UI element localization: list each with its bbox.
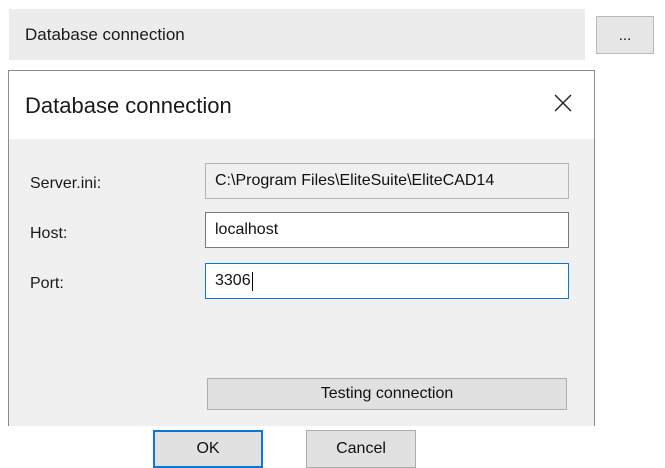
host-label: Host:: [30, 225, 68, 242]
database-connection-dialog: Database connection Server.ini: C:\Progr…: [8, 70, 595, 468]
close-icon: [554, 94, 572, 112]
dialog-title: Database connection: [25, 93, 232, 118]
server-ini-field[interactable]: C:\Program Files\EliteSuite\EliteCAD14: [205, 163, 569, 199]
close-button[interactable]: [540, 83, 586, 123]
database-connection-label: Database connection: [25, 24, 185, 44]
testing-connection-button[interactable]: Testing connection: [207, 378, 567, 410]
port-field[interactable]: 3306: [205, 263, 569, 299]
dialog-body: Server.ini: C:\Program Files\EliteSuite\…: [9, 139, 594, 468]
port-value: 3306: [215, 272, 251, 289]
port-label: Port:: [30, 275, 64, 292]
cancel-button[interactable]: Cancel: [306, 430, 416, 468]
dialog-titlebar: Database connection: [9, 71, 594, 139]
ok-button[interactable]: OK: [153, 430, 263, 468]
host-field[interactable]: localhost: [205, 212, 569, 248]
server-ini-label: Server.ini:: [30, 175, 102, 192]
text-caret: [251, 271, 253, 291]
browse-button[interactable]: ...: [596, 16, 654, 54]
database-connection-row: Database connection: [9, 9, 585, 60]
